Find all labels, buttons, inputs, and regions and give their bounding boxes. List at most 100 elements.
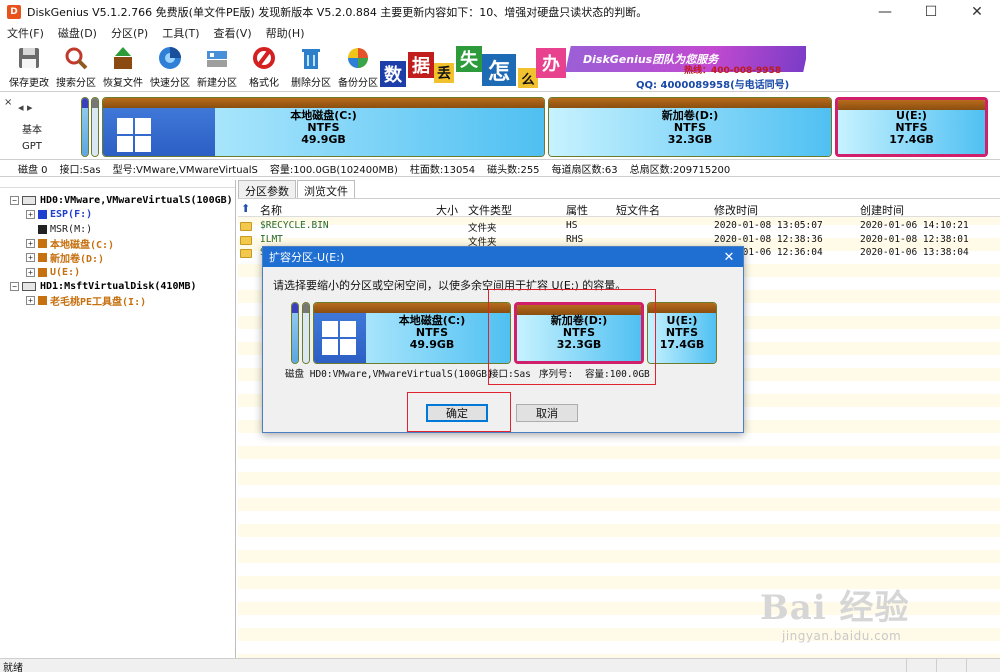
quick-partition-button[interactable]: 快速分区 — [146, 44, 194, 90]
tree-expander-icon[interactable]: + — [26, 238, 35, 248]
close-panel-icon[interactable]: × — [4, 97, 12, 108]
save-changes-button[interactable]: 保存更改 — [5, 44, 53, 90]
tree-expander-icon[interactable]: + — [26, 210, 35, 220]
banner-char: 失 — [456, 46, 482, 72]
file-cell-name: $RECYCLE.BIN — [260, 220, 329, 231]
col-short-name[interactable]: 短文件名 — [616, 202, 660, 218]
menu-file[interactable]: 文件(F) — [0, 25, 51, 41]
tree-node-label: ESP(F:) — [50, 209, 93, 221]
banner-char: 数 — [380, 61, 406, 87]
tree-expander-icon[interactable]: − — [10, 196, 19, 205]
dialog-esp-block[interactable] — [291, 302, 299, 364]
file-cell-type: 文件夹 — [468, 223, 497, 234]
tree-node-label: U(E:) — [50, 266, 81, 278]
search-partition-button[interactable]: 搜索分区 — [52, 44, 100, 90]
partition-icon — [38, 224, 47, 234]
col-modified[interactable]: 修改时间 — [714, 202, 758, 218]
dialog-close-button[interactable]: ✕ — [719, 248, 739, 266]
file-row[interactable]: ILMT 文件夹 RHS 2020-01-08 12:38:36 2020-01-08 … — [238, 233, 1000, 248]
tree-partition-node[interactable]: + 新加卷(D:) — [26, 251, 105, 266]
tree-disk-node[interactable]: − HD1:MsftVirtualDisk(410MB) — [10, 280, 197, 293]
minimize-button[interactable]: — — [862, 0, 908, 24]
hard-disk-icon — [22, 281, 36, 291]
menu-view[interactable]: 查看(V) — [207, 25, 259, 41]
tree-partition-node[interactable]: + ESP(F:) — [26, 208, 92, 221]
file-cell-modified: 2020-01-08 12:38:36 — [714, 233, 823, 245]
partition-icon — [38, 267, 47, 277]
backup-partition-button[interactable]: 备份分区 — [334, 44, 382, 90]
new-partition-icon — [203, 44, 231, 72]
folder-icon — [240, 249, 252, 258]
tree-expander-icon[interactable]: + — [26, 253, 35, 263]
tree-node-label: 本地磁盘(C:) — [50, 239, 115, 251]
format-button[interactable]: 格式化 — [240, 44, 288, 90]
backup-icon — [344, 44, 372, 72]
tree-expander-icon[interactable]: + — [26, 296, 35, 306]
partition-block-c[interactable]: 本地磁盘(C:) NTFS 49.9GB — [102, 97, 545, 157]
up-folder-icon[interactable]: ⬆ — [241, 202, 250, 215]
disk-type-label: 基本 — [22, 125, 42, 136]
menu-bar: 文件(F) 磁盘(D) 分区(P) 工具(T) 查看(V) 帮助(H) — [0, 24, 1000, 42]
disk-info-bar: 磁盘 0 接口:Sas 型号:VMware,VMwareVirtualS 容量:… — [0, 159, 1000, 177]
dialog-partition-c[interactable]: 本地磁盘(C:) NTFS 49.9GB — [313, 302, 511, 364]
quick-partition-icon — [156, 44, 184, 72]
file-cell-modified: 2020-01-08 13:05:07 — [714, 220, 823, 231]
watermark-url: jingyan.baidu.com — [782, 629, 902, 643]
baidu-watermark: Bai 经验 jingyan.baidu.com — [760, 580, 910, 643]
partition-block-e[interactable]: U(E:) NTFS 17.4GB — [835, 97, 988, 157]
file-list-header: ⬆ 名称 大小 文件类型 属性 短文件名 修改时间 创建时间 — [238, 199, 1000, 217]
tab-browse-files[interactable]: 浏览文件 — [297, 180, 355, 198]
menu-help[interactable]: 帮助(H) — [259, 25, 312, 41]
file-cell-attr: HS — [566, 220, 578, 231]
close-button[interactable]: ✕ — [954, 0, 1000, 24]
tree-node-label: 新加卷(D:) — [50, 254, 105, 266]
tree-node-label: HD1:MsftVirtualDisk(410MB) — [40, 280, 197, 292]
col-name[interactable]: 名称 — [260, 202, 282, 218]
col-created[interactable]: 创建时间 — [860, 202, 904, 218]
partition-block-d[interactable]: 新加卷(D:) NTFS 32.3GB — [548, 97, 832, 157]
menu-disk[interactable]: 磁盘(D) — [51, 25, 104, 41]
menu-partition[interactable]: 分区(P) — [104, 25, 155, 41]
maximize-button[interactable]: ☐ — [908, 0, 954, 24]
disk-nav-arrows-icon[interactable]: ◂ ▸ — [18, 101, 33, 114]
menu-tools[interactable]: 工具(T) — [155, 25, 206, 41]
cancel-button[interactable]: 取消 — [516, 404, 578, 422]
col-size[interactable]: 大小 — [436, 202, 458, 218]
promo-banner[interactable]: 数 据 丢 失 怎 么 办 DiskGenius团队为您服务 热线：400-00… — [378, 44, 806, 90]
tree-partition-node[interactable]: + 老毛桃PE工具盘(I:) — [26, 294, 146, 308]
window-title: DiskGenius V5.1.2.766 免费版(单文件PE版) 发现新版本 … — [27, 6, 648, 19]
banner-char: 办 — [536, 48, 566, 78]
esp-partition-block[interactable] — [81, 97, 89, 157]
tree-partition-node[interactable]: + U(E:) — [26, 266, 80, 279]
tree-disk-node[interactable]: − HD0:VMware,VMwareVirtualS(100GB) — [10, 194, 233, 207]
disk-map-nav: × ◂ ▸ 基本 GPT — [4, 97, 74, 157]
tree-partition-node[interactable]: + 本地磁盘(C:) — [26, 237, 115, 251]
msr-partition-block[interactable] — [91, 97, 99, 157]
file-cell-created: 2020-01-06 14:10:21 — [860, 220, 969, 231]
tab-partition-params[interactable]: 分区参数 — [238, 180, 296, 198]
col-type[interactable]: 文件类型 — [468, 202, 512, 218]
partition-icon — [38, 238, 47, 248]
dialog-title: 扩容分区-U(E:) — [263, 247, 743, 267]
partition-scheme-label: GPT — [22, 141, 42, 152]
file-row[interactable]: $RECYCLE.BIN 文件夹 HS 2020-01-08 13:05:07 2020… — [238, 220, 1000, 234]
status-text: 就绪 — [3, 663, 23, 672]
disk-map: × ◂ ▸ 基本 GPT 本地磁盘(C:) NTFS 49.9GB 新加卷(D:… — [0, 93, 1000, 159]
dialog-partition-e[interactable]: U(E:) NTFS 17.4GB — [647, 302, 717, 364]
title-bar: D DiskGenius V5.1.2.766 免费版(单文件PE版) 发现新版… — [0, 0, 1000, 24]
partition-icon — [38, 253, 47, 263]
partition-icon — [38, 296, 47, 306]
recover-files-button[interactable]: 恢复文件 — [99, 44, 147, 90]
tree-expander-icon[interactable]: − — [10, 281, 19, 291]
delete-partition-button[interactable]: 删除分区 — [287, 44, 335, 90]
trash-icon — [297, 44, 325, 72]
tree-node-label: MSR(M:) — [50, 223, 93, 235]
new-partition-button[interactable]: 新建分区 — [193, 44, 241, 90]
save-disk-icon — [15, 44, 43, 72]
tree-partition-node[interactable]: MSR(M:) — [26, 223, 92, 236]
col-attr[interactable]: 属性 — [566, 202, 588, 218]
dialog-msr-block[interactable] — [302, 302, 310, 364]
status-bar: 就绪 — [0, 658, 1000, 672]
file-cell-created: 2020-01-08 12:38:01 — [860, 233, 969, 245]
tree-expander-icon[interactable]: + — [26, 267, 35, 277]
